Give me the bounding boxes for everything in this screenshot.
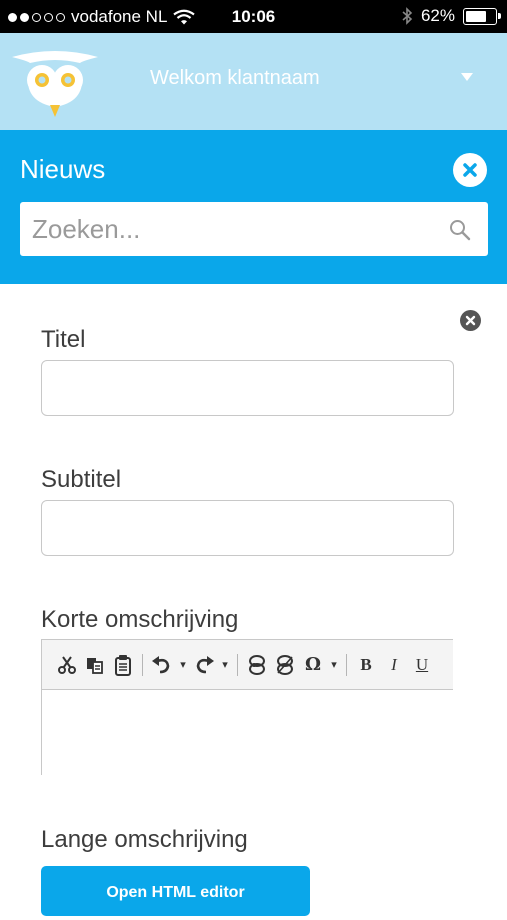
editor-toolbar: ▾ ▾ Ω ▾ B I U xyxy=(42,640,453,690)
news-section: Nieuws xyxy=(0,130,507,284)
battery-percentage: 62% xyxy=(420,6,455,25)
korte-omschrijving-label: Korte omschrijving xyxy=(41,606,239,633)
special-character-icon[interactable]: Ω xyxy=(302,652,324,678)
copy-icon[interactable] xyxy=(84,652,106,678)
search-box xyxy=(20,202,488,256)
welcome-text[interactable]: Welkom klantnaam xyxy=(150,67,320,90)
undo-icon[interactable] xyxy=(151,652,173,678)
special-character-dropdown-icon[interactable]: ▾ xyxy=(330,652,338,678)
titel-input[interactable] xyxy=(41,360,454,416)
rich-text-editor: ▾ ▾ Ω ▾ B I U xyxy=(41,639,453,775)
form-close-button[interactable] xyxy=(460,310,481,331)
unlink-icon[interactable] xyxy=(274,652,296,678)
paste-icon[interactable] xyxy=(112,652,134,678)
owl-logo-icon[interactable] xyxy=(10,47,100,117)
italic-icon[interactable]: I xyxy=(383,652,405,678)
lange-omschrijving-label: Lange omschrijving xyxy=(41,826,248,853)
page-title: Nieuws xyxy=(20,154,106,184)
caret-down-icon[interactable] xyxy=(461,73,473,81)
redo-icon[interactable] xyxy=(193,652,215,678)
toolbar-divider xyxy=(142,653,143,676)
bold-icon[interactable]: B xyxy=(355,652,377,678)
subtitel-input[interactable] xyxy=(41,500,454,556)
titel-label: Titel xyxy=(41,326,86,353)
close-icon xyxy=(465,315,476,326)
status-bar: vodafone NL 10:06 62% xyxy=(0,0,507,33)
close-button[interactable] xyxy=(453,153,487,187)
underline-icon[interactable]: U xyxy=(411,652,433,678)
redo-dropdown-icon[interactable]: ▾ xyxy=(221,652,229,678)
bluetooth-icon xyxy=(402,7,413,25)
search-input[interactable] xyxy=(32,210,432,248)
toolbar-divider xyxy=(346,653,347,676)
undo-dropdown-icon[interactable]: ▾ xyxy=(179,652,187,678)
subtitel-label: Subtitel xyxy=(41,466,122,493)
open-html-editor-button[interactable]: Open HTML editor xyxy=(41,866,310,916)
toolbar-divider xyxy=(237,653,238,676)
app-header: Welkom klantnaam xyxy=(0,33,507,130)
cut-icon[interactable] xyxy=(56,652,78,678)
battery-icon xyxy=(463,7,501,25)
search-icon[interactable] xyxy=(448,218,472,242)
link-icon[interactable] xyxy=(246,652,268,678)
close-icon xyxy=(463,163,477,177)
